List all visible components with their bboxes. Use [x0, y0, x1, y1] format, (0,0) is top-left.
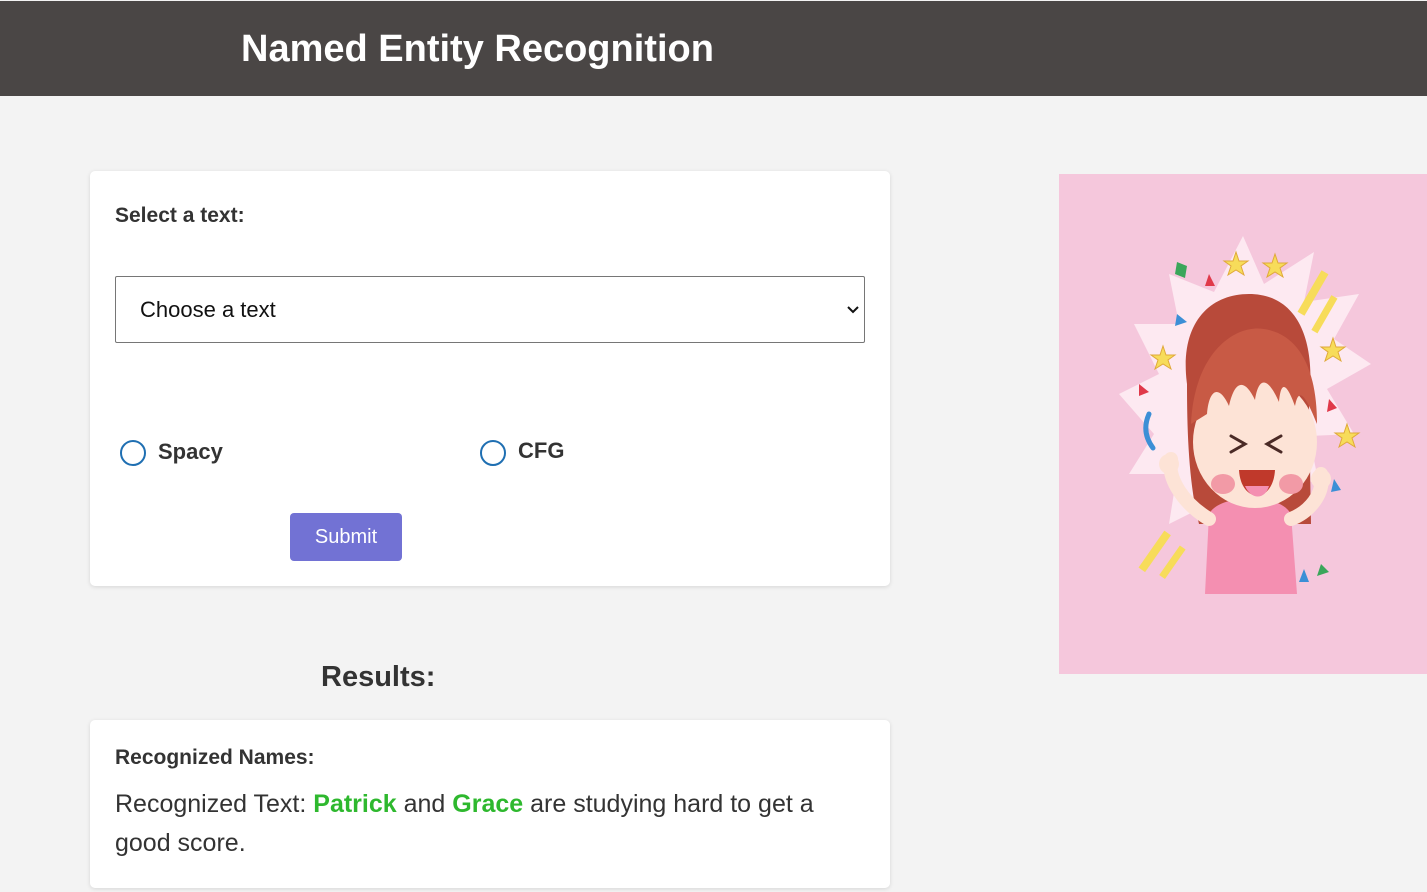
celebration-illustration — [1059, 174, 1427, 674]
radio-circle-spacy[interactable] — [120, 440, 146, 466]
submit-button[interactable]: Submit — [290, 513, 402, 561]
chevron-down-icon — [847, 306, 859, 314]
results-card: Recognized Names: Recognized Text: Patri… — [90, 720, 890, 888]
results-title: Results: — [321, 661, 436, 693]
select-current-value: Choose a text — [140, 297, 276, 322]
recognized-text-prefix: Recognized Text: — [115, 790, 314, 818]
text-select-dropdown[interactable]: Choose a text — [115, 276, 865, 343]
radio-spacy[interactable]: Spacy — [120, 439, 320, 467]
recognized-text-connector: and — [396, 790, 453, 818]
recognized-text: Recognized Text: Patrick and Grace are s… — [115, 785, 865, 863]
radio-label-cfg: CFG — [518, 438, 565, 463]
entity-name-patrick: Patrick — [313, 790, 397, 818]
radio-label-spacy: Spacy — [158, 439, 223, 464]
radio-cfg[interactable]: CFG — [480, 438, 680, 467]
page-title: Named Entity Recognition — [241, 28, 714, 70]
entity-name-grace: Grace — [452, 790, 524, 818]
radio-circle-cfg[interactable] — [480, 440, 506, 466]
text-selection-form: Select a text: Choose a text Spacy CFG S… — [90, 171, 890, 586]
recognized-names-heading: Recognized Names: — [115, 746, 315, 769]
cartoon-girl-image — [1119, 236, 1371, 594]
top-header-bar: Named Entity Recognition — [0, 1, 1427, 96]
select-text-label: Select a text: — [115, 204, 245, 227]
